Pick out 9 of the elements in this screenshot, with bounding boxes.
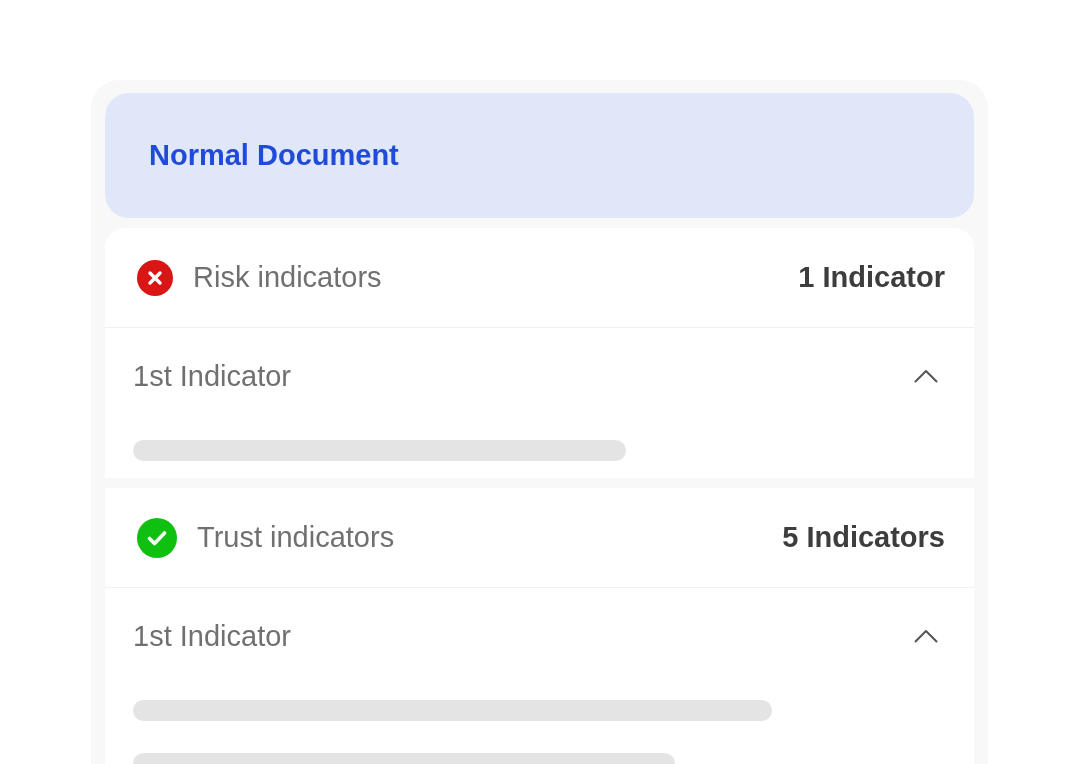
indicator-count: 1 Indicator bbox=[798, 261, 945, 294]
section-title: Risk indicators bbox=[193, 261, 382, 294]
accordion-toggle[interactable]: 1st Indicator bbox=[105, 588, 974, 684]
accordion-toggle[interactable]: 1st Indicator bbox=[105, 328, 974, 424]
cross-circle-icon bbox=[137, 259, 173, 296]
indicator-count: 5 Indicators bbox=[782, 521, 945, 554]
check-circle-icon bbox=[137, 517, 177, 558]
section-title: Trust indicators bbox=[197, 521, 395, 554]
verdict-title: Normal Document bbox=[149, 138, 399, 173]
